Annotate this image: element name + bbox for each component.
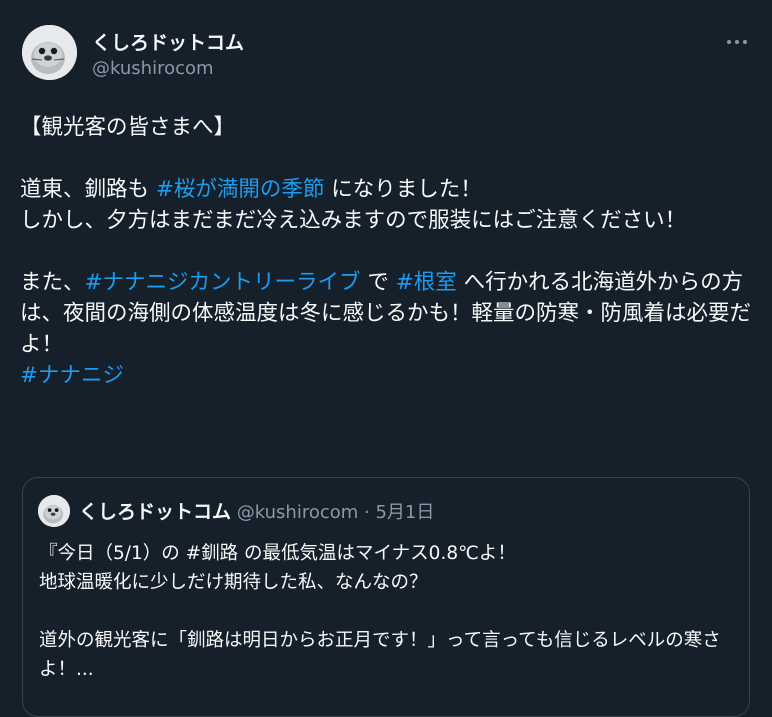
tweet-line: #ナナニジ	[20, 360, 752, 391]
quoted-line: 道外の観光客に「釧路は明日からお正月です！」って言っても信じるレベルの寒さよ！.…	[39, 630, 721, 680]
hashtag-link[interactable]: #根室	[396, 270, 457, 295]
tweet-text-segment: 道東、釧路も	[20, 177, 156, 202]
tweet-text-segment: になりました！	[324, 177, 482, 202]
seal-avatar-icon	[38, 495, 70, 527]
separator-dot: ·	[364, 502, 370, 523]
author-avatar[interactable]	[22, 25, 77, 80]
quoted-tweet[interactable]: くしろドットコム @kushirocom · 5月1日 『今日（5/1）の #釧…	[22, 477, 750, 717]
author-handle[interactable]: @kushirocom	[92, 58, 214, 79]
more-horizontal-icon	[735, 40, 739, 44]
quoted-header: くしろドットコム @kushirocom · 5月1日	[79, 497, 434, 524]
hashtag-link[interactable]: #ナナニジカントリーライブ	[85, 270, 361, 295]
tweet-line: 道東、釧路も #桜が満開の季節 になりました！	[20, 174, 752, 205]
hashtag-link[interactable]: #ナナニジ	[20, 363, 124, 388]
quoted-line: 『今日（5/1）の #釧路 の最低気温はマイナス0.8℃よ！	[39, 543, 516, 564]
seal-avatar-icon	[22, 25, 77, 80]
quoted-author-avatar[interactable]	[38, 495, 70, 527]
quoted-author-handle[interactable]: @kushirocom	[237, 502, 359, 523]
tweet-text-segment: で	[360, 270, 396, 295]
hashtag-link[interactable]: #桜が満開の季節	[156, 177, 325, 202]
tweet-text: 【観光客の皆さまへ】 道東、釧路も #桜が満開の季節 になりました！ しかし、夕…	[20, 112, 752, 391]
more-horizontal-icon	[727, 40, 731, 44]
quoted-text: 『今日（5/1）の #釧路 の最低気温はマイナス0.8℃よ！ 地球温暖化に少しだ…	[39, 539, 739, 684]
tweet: くしろドットコム @kushirocom 【観光客の皆さまへ】 道東、釧路も #…	[0, 0, 772, 717]
quoted-author-name[interactable]: くしろドットコム	[79, 501, 231, 523]
author-name[interactable]: くしろドットコム	[92, 28, 244, 55]
tweet-line: また、#ナナニジカントリーライブ で #根室 へ行かれる北海道外からの方は、夜間…	[20, 267, 752, 360]
quoted-line: 地球温暖化に少しだけ期待した私、なんなの？	[39, 572, 428, 593]
tweet-line: 【観光客の皆さまへ】	[20, 115, 236, 140]
quoted-date[interactable]: 5月1日	[375, 502, 434, 523]
tweet-text-segment: また、	[20, 270, 85, 295]
more-horizontal-icon	[743, 40, 747, 44]
tweet-line: しかし、夕方はまだまだ冷え込みますので服装にはご注意ください！	[20, 208, 687, 233]
more-options-button[interactable]	[722, 32, 752, 52]
